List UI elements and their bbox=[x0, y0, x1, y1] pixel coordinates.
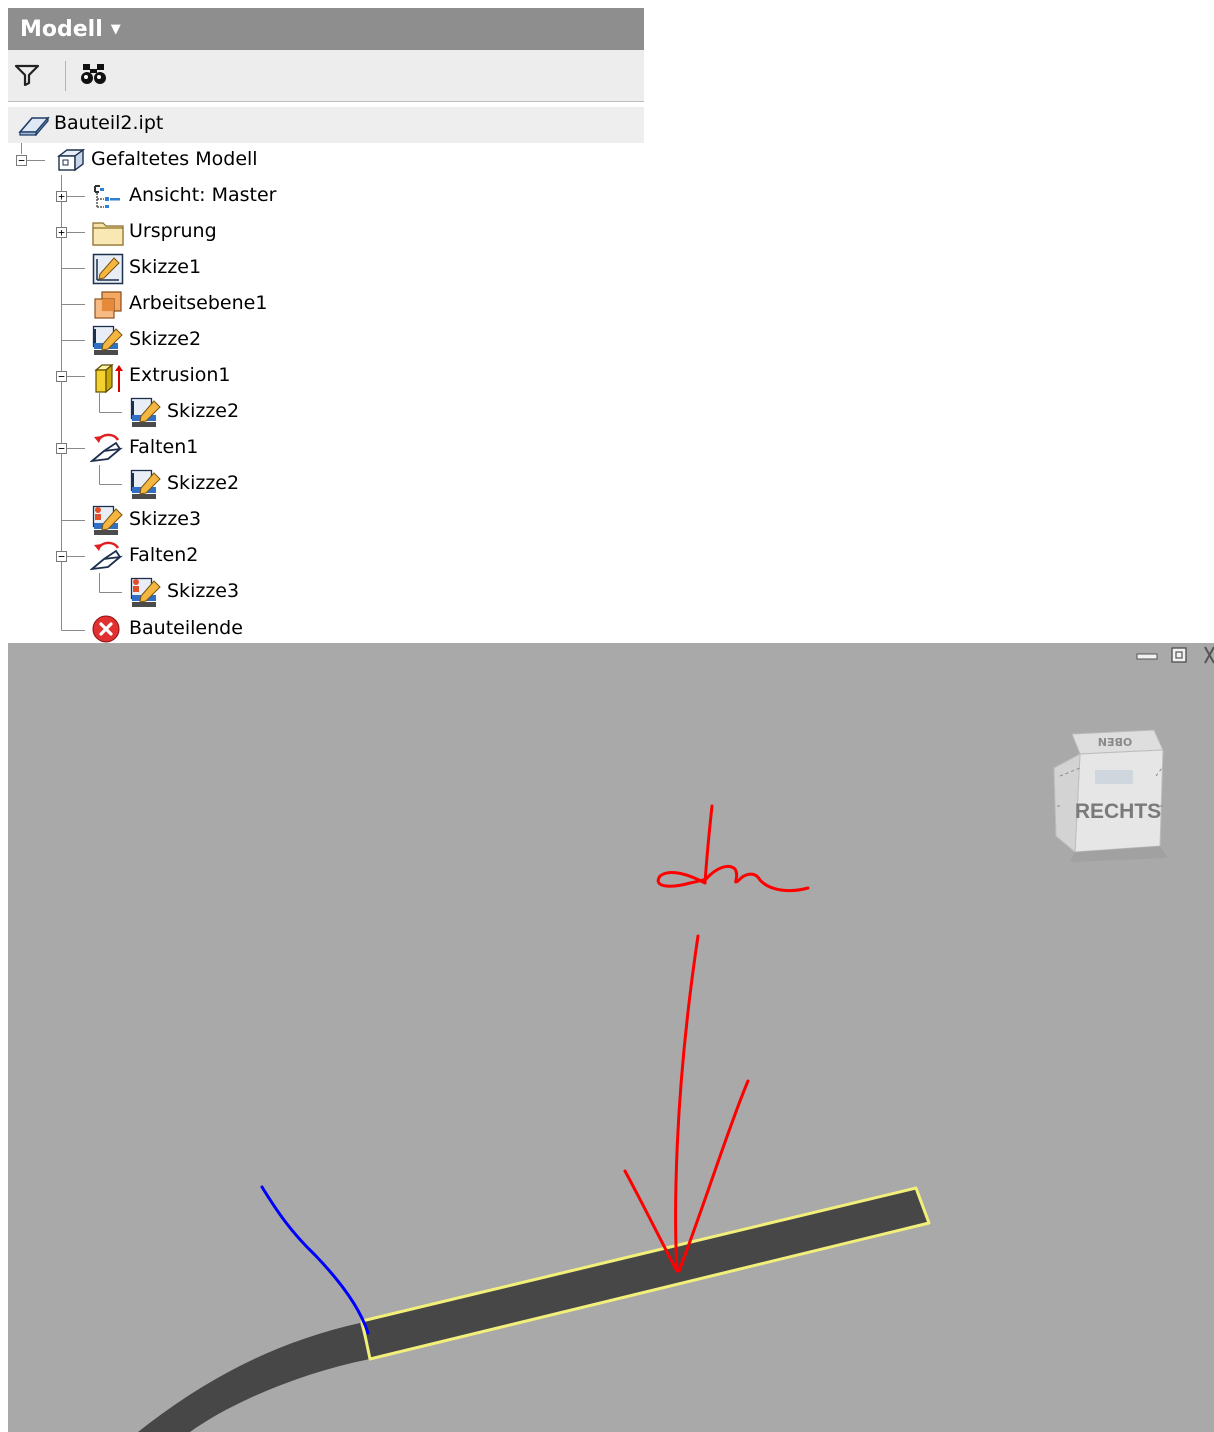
end-of-part-icon bbox=[92, 615, 120, 643]
collapse-toggle[interactable]: − bbox=[56, 371, 67, 382]
tree-node-end-of-part[interactable]: Bauteilende bbox=[129, 617, 243, 639]
selected-face[interactable] bbox=[360, 1186, 931, 1361]
fold-icon bbox=[90, 541, 123, 571]
tree-node-sketch1[interactable]: Skizze1 bbox=[129, 256, 201, 278]
tree-node-view-master[interactable]: Ansicht: Master bbox=[129, 184, 276, 206]
tree-node-workplane1[interactable]: Arbeitsebene1 bbox=[129, 292, 267, 314]
tree-node-folded-model[interactable]: Gefaltetes Modell bbox=[91, 148, 258, 170]
view-representation-icon bbox=[94, 185, 120, 208]
collapse-toggle[interactable]: − bbox=[16, 155, 27, 166]
tree-node-sketch2[interactable]: Skizze2 bbox=[129, 328, 201, 350]
expand-toggle[interactable]: + bbox=[56, 191, 67, 202]
expand-toggle[interactable]: + bbox=[56, 227, 67, 238]
fold-icon bbox=[90, 433, 123, 463]
tree-node-fold1-sketch2[interactable]: Skizze2 bbox=[167, 472, 239, 494]
red-arrow-annotation bbox=[623, 934, 750, 1273]
tree-node-extrusion1[interactable]: Extrusion1 bbox=[129, 364, 231, 386]
model-browser-panel: Modell ▼ Bauteil2.ipt − + + − − − Gefalt… bbox=[0, 0, 646, 643]
sketch-multi-icon bbox=[92, 505, 123, 535]
folded-model-icon bbox=[56, 148, 85, 172]
tree-node-sketch3[interactable]: Skizze3 bbox=[129, 508, 201, 530]
part-curved-segment[interactable] bbox=[138, 1323, 370, 1432]
work-plane-icon bbox=[94, 291, 122, 319]
scene-canvas bbox=[138, 804, 931, 1432]
sketch-2d-icon bbox=[92, 253, 124, 285]
tree-node-fold2[interactable]: Falten2 bbox=[129, 544, 198, 566]
handwritten-text-da bbox=[656, 804, 810, 893]
tree-node-fold1[interactable]: Falten1 bbox=[129, 436, 198, 458]
tree-node-origin[interactable]: Ursprung bbox=[129, 220, 217, 242]
tree-node-extrusion1-sketch2[interactable]: Skizze2 bbox=[167, 400, 239, 422]
folder-icon bbox=[92, 222, 124, 246]
bent-strip[interactable] bbox=[138, 1186, 931, 1432]
blue-line-annotation bbox=[260, 1185, 370, 1335]
sketch-shared-icon bbox=[130, 469, 161, 499]
sketch-shared-icon bbox=[92, 325, 123, 355]
sketch-multi-icon bbox=[130, 577, 161, 607]
collapse-toggle[interactable]: − bbox=[56, 443, 67, 454]
extrusion-icon bbox=[94, 363, 123, 394]
sketch-shared-icon bbox=[130, 397, 161, 427]
collapse-toggle[interactable]: − bbox=[56, 551, 67, 562]
tree-node-fold2-sketch3[interactable]: Skizze3 bbox=[167, 580, 239, 602]
graphics-viewport[interactable]: OBEN RECHTS bbox=[0, 643, 1214, 1432]
